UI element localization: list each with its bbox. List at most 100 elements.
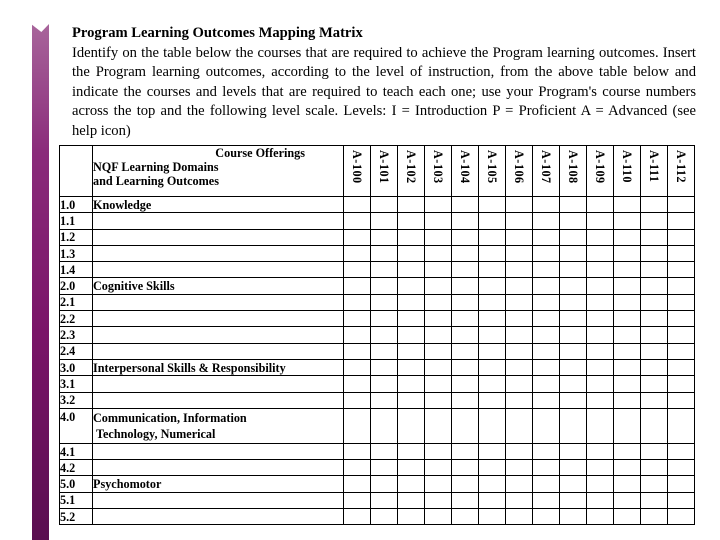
level-cell[interactable] <box>397 491 425 510</box>
level-cell[interactable] <box>640 475 668 493</box>
level-cell[interactable] <box>559 491 587 510</box>
level-cell[interactable] <box>424 407 452 444</box>
level-cell[interactable] <box>451 310 479 328</box>
outcome-description[interactable] <box>92 391 344 409</box>
level-cell[interactable] <box>397 358 425 377</box>
level-cell[interactable] <box>586 244 614 263</box>
level-cell[interactable] <box>343 358 371 377</box>
level-cell[interactable] <box>505 475 533 493</box>
level-cell[interactable] <box>559 212 587 230</box>
level-cell[interactable] <box>532 491 560 510</box>
level-cell[interactable] <box>370 244 398 263</box>
level-cell[interactable] <box>559 244 587 263</box>
level-cell[interactable] <box>424 475 452 493</box>
level-cell[interactable] <box>559 293 587 312</box>
level-cell[interactable] <box>370 342 398 360</box>
level-cell[interactable] <box>343 342 371 360</box>
level-cell[interactable] <box>532 310 560 328</box>
level-cell[interactable] <box>505 508 533 526</box>
level-cell[interactable] <box>505 342 533 360</box>
level-cell[interactable] <box>370 195 398 214</box>
level-cell[interactable] <box>505 244 533 263</box>
level-cell[interactable] <box>397 342 425 360</box>
level-cell[interactable] <box>505 375 533 393</box>
level-cell[interactable] <box>667 342 695 360</box>
level-cell[interactable] <box>667 391 695 409</box>
level-cell[interactable] <box>343 475 371 493</box>
level-cell[interactable] <box>532 459 560 477</box>
level-cell[interactable] <box>586 375 614 393</box>
level-cell[interactable] <box>613 475 641 493</box>
level-cell[interactable] <box>559 375 587 393</box>
level-cell[interactable] <box>613 244 641 263</box>
level-cell[interactable] <box>343 212 371 230</box>
level-cell[interactable] <box>370 310 398 328</box>
level-cell[interactable] <box>532 475 560 493</box>
level-cell[interactable] <box>343 244 371 263</box>
level-cell[interactable] <box>505 228 533 246</box>
level-cell[interactable] <box>451 491 479 510</box>
level-cell[interactable] <box>505 293 533 312</box>
level-cell[interactable] <box>505 459 533 477</box>
outcome-description[interactable] <box>92 442 344 461</box>
level-cell[interactable] <box>559 195 587 214</box>
level-cell[interactable] <box>505 358 533 377</box>
level-cell[interactable] <box>613 375 641 393</box>
level-cell[interactable] <box>451 244 479 263</box>
level-cell[interactable] <box>667 326 695 344</box>
level-cell[interactable] <box>559 326 587 344</box>
level-cell[interactable] <box>424 228 452 246</box>
level-cell[interactable] <box>613 326 641 344</box>
level-cell[interactable] <box>370 391 398 409</box>
level-cell[interactable] <box>370 407 398 444</box>
level-cell[interactable] <box>640 244 668 263</box>
level-cell[interactable] <box>424 459 452 477</box>
level-cell[interactable] <box>559 475 587 493</box>
outcome-description[interactable] <box>92 310 344 328</box>
level-cell[interactable] <box>451 261 479 279</box>
level-cell[interactable] <box>397 508 425 526</box>
level-cell[interactable] <box>424 375 452 393</box>
level-cell[interactable] <box>586 391 614 409</box>
level-cell[interactable] <box>343 326 371 344</box>
level-cell[interactable] <box>667 491 695 510</box>
level-cell[interactable] <box>586 508 614 526</box>
level-cell[interactable] <box>424 261 452 279</box>
level-cell[interactable] <box>559 442 587 461</box>
level-cell[interactable] <box>613 195 641 214</box>
level-cell[interactable] <box>640 228 668 246</box>
level-cell[interactable] <box>559 391 587 409</box>
level-cell[interactable] <box>478 508 506 526</box>
level-cell[interactable] <box>532 342 560 360</box>
level-cell[interactable] <box>397 277 425 295</box>
level-cell[interactable] <box>613 293 641 312</box>
level-cell[interactable] <box>640 375 668 393</box>
level-cell[interactable] <box>505 261 533 279</box>
level-cell[interactable] <box>559 310 587 328</box>
level-cell[interactable] <box>343 195 371 214</box>
level-cell[interactable] <box>505 442 533 461</box>
level-cell[interactable] <box>640 491 668 510</box>
level-cell[interactable] <box>343 508 371 526</box>
level-cell[interactable] <box>397 212 425 230</box>
level-cell[interactable] <box>640 508 668 526</box>
level-cell[interactable] <box>532 326 560 344</box>
outcome-description[interactable] <box>92 212 344 230</box>
level-cell[interactable] <box>451 375 479 393</box>
level-cell[interactable] <box>343 261 371 279</box>
level-cell[interactable] <box>370 375 398 393</box>
level-cell[interactable] <box>478 375 506 393</box>
level-cell[interactable] <box>640 261 668 279</box>
level-cell[interactable] <box>532 375 560 393</box>
level-cell[interactable] <box>505 391 533 409</box>
level-cell[interactable] <box>397 459 425 477</box>
level-cell[interactable] <box>343 228 371 246</box>
level-cell[interactable] <box>397 261 425 279</box>
level-cell[interactable] <box>532 358 560 377</box>
level-cell[interactable] <box>505 326 533 344</box>
level-cell[interactable] <box>559 459 587 477</box>
level-cell[interactable] <box>424 342 452 360</box>
level-cell[interactable] <box>613 277 641 295</box>
level-cell[interactable] <box>370 508 398 526</box>
level-cell[interactable] <box>451 475 479 493</box>
